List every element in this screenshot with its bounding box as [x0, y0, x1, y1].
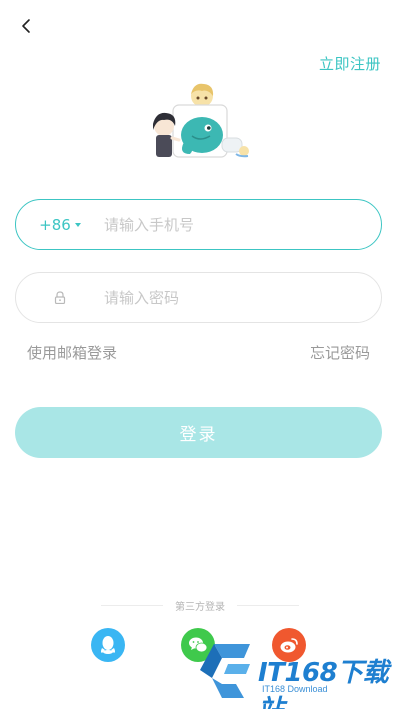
third-party-title: 第三方登录 [175, 602, 225, 613]
lock-icon [16, 291, 104, 304]
back-button[interactable] [14, 14, 38, 38]
country-code-selector[interactable]: +86 [16, 216, 104, 234]
third-party-divider: 第三方登录 [0, 598, 400, 613]
watermark-subtitle: IT168 Download [262, 684, 328, 694]
app-mascot-logo [153, 83, 249, 158]
phone-input[interactable] [104, 200, 381, 249]
divider-line-left [101, 605, 163, 606]
caret-down-icon [74, 223, 81, 227]
register-link[interactable]: 立即注册 [319, 53, 381, 74]
watermark-logo: IT168下载站 IT168 Download [192, 634, 400, 709]
password-field-container [15, 272, 382, 323]
qq-icon [101, 636, 115, 654]
forgot-password-link[interactable]: 忘记密码 [310, 342, 370, 363]
watermark-title: IT168下载站 [258, 658, 389, 709]
country-code-value: +86 [39, 215, 71, 234]
divider-line-right [237, 605, 299, 606]
phone-field-container: +86 [15, 199, 382, 250]
email-login-link[interactable]: 使用邮箱登录 [27, 342, 117, 363]
login-button[interactable]: 登录 [15, 407, 382, 458]
chevron-left-icon [22, 19, 30, 33]
password-input[interactable] [104, 273, 381, 322]
it168-logo-icon [200, 644, 250, 698]
qq-login-button[interactable] [91, 628, 125, 662]
